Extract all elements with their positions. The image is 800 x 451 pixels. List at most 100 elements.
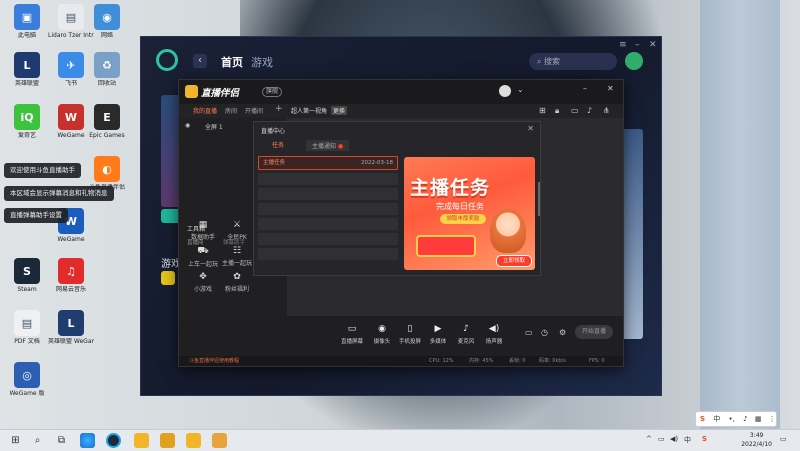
search-icon[interactable]: ⌕ — [30, 433, 45, 448]
tool-item[interactable]: ▦ 数据助手 — [185, 220, 221, 241]
desktop-icon[interactable]: E Epic Games — [84, 104, 130, 139]
notification[interactable]: 欢迎使用斗鱼直播助手 — [4, 163, 81, 178]
app-taskbar-icon[interactable] — [212, 433, 227, 448]
desktop-icon[interactable]: ♫ 网易云音乐 — [48, 258, 94, 293]
tool-label: 上车一起玩 — [187, 261, 218, 268]
punctuation-icon[interactable]: •, — [729, 415, 735, 423]
list-item[interactable] — [258, 173, 398, 185]
avatar[interactable] — [499, 85, 511, 97]
anchor-center-dialog[interactable]: 直播中心 ✕ 任务 主播通知 ● 主播任务 2022-03-18 主播任务 完成… — [253, 121, 541, 276]
tab-games[interactable]: 游戏 — [251, 54, 273, 70]
start-stream-button[interactable]: 开始直播 — [575, 325, 613, 339]
bottom-tool-button[interactable]: ♪ 麦克风 — [453, 324, 479, 345]
desktop-icon[interactable]: S Steam — [4, 258, 50, 293]
eye-icon[interactable]: ◉ — [185, 122, 190, 129]
change-button[interactable]: 更换 — [331, 106, 348, 115]
scene-label[interactable]: 全屏 1 — [205, 122, 223, 131]
tutorial-link[interactable]: 斗鱼直播伴侣使用教程 — [189, 358, 239, 364]
tab-room[interactable]: 房间 — [225, 106, 237, 115]
ime-indicator[interactable]: 中 — [684, 435, 691, 445]
tool-item[interactable]: ⚔ 全民PK — [219, 220, 255, 241]
apps-icon[interactable]: ⋮ — [769, 415, 776, 423]
list-item[interactable] — [258, 218, 398, 230]
list-item[interactable] — [258, 248, 398, 260]
search-input[interactable]: ⌕ 搜索 — [529, 53, 617, 70]
sogou-icon[interactable]: S — [702, 435, 707, 443]
notification[interactable]: 本区域会显示弹幕消息和礼物消息 — [4, 186, 114, 201]
desktop-icon-label: WeGame — [57, 236, 85, 243]
microphone-icon[interactable]: ♪ — [743, 415, 747, 423]
list-item[interactable] — [258, 233, 398, 245]
chevron-up-icon[interactable]: ^ — [646, 435, 652, 443]
task-view-icon[interactable]: ⧉ — [54, 433, 69, 448]
search-icon: ⌕ — [537, 57, 542, 66]
streamer-taskbar-icon-2[interactable] — [186, 433, 201, 448]
close-icon[interactable]: ✕ — [607, 84, 614, 93]
desktop-icon[interactable]: ◉ 网络 — [84, 4, 130, 39]
avatar[interactable] — [625, 52, 643, 70]
lock-icon[interactable]: 🔒︎ — [555, 106, 559, 116]
chevron-down-icon[interactable]: ⌄ — [517, 85, 524, 94]
start-icon[interactable]: ⊞ — [8, 433, 23, 448]
list-item[interactable]: 主播任务 2022-03-18 — [258, 156, 398, 170]
desktop-icon[interactable]: ♻ 回收站 — [84, 52, 130, 87]
back-button[interactable]: ‹ — [193, 54, 207, 68]
tab-stream-room[interactable]: 开播间 — [245, 106, 263, 115]
tab-home[interactable]: 首页 — [221, 54, 243, 70]
folder-icon[interactable] — [160, 433, 175, 448]
tool-item[interactable]: ✥ 小游戏 — [185, 272, 221, 293]
clock[interactable]: 3:49 2022/4/10 — [741, 431, 772, 449]
notification[interactable]: 直播弹幕助手设置 — [4, 208, 68, 223]
launcher-taskbar-icon[interactable] — [106, 433, 121, 448]
tab-tasks[interactable]: 任务 — [272, 140, 284, 149]
edge-icon[interactable] — [80, 433, 95, 448]
desktop-icon[interactable]: L 英雄联盟 — [4, 52, 50, 87]
notification-center-icon[interactable]: ▭ — [780, 435, 787, 443]
menu-icon[interactable]: ≡ — [619, 40, 627, 50]
bottom-tool-button[interactable]: ◉ 摄像头 — [369, 324, 395, 345]
tab-notices[interactable]: 主播通知 ● — [306, 140, 350, 151]
desktop-icon[interactable]: iQ 爱奇艺 — [4, 104, 50, 139]
desktop-icon-label: 英雄联盟 — [14, 80, 39, 87]
bell-icon[interactable]: ♪ — [587, 106, 592, 115]
volume-icon[interactable]: ◀) — [670, 435, 678, 443]
gift-icon[interactable]: ⊞ — [539, 106, 546, 115]
game-thumb[interactable] — [161, 271, 175, 285]
bottom-tool-button[interactable]: ▶ 多媒体 — [425, 324, 451, 345]
scrollbar[interactable] — [538, 182, 540, 216]
status-fps: FPS: 0 — [589, 358, 605, 364]
desktop-icon[interactable]: ◎ WeGame 版 — [4, 362, 50, 397]
add-tab-button[interactable]: + — [275, 104, 283, 114]
ime-mode[interactable]: 中 — [713, 415, 720, 423]
status-drop: 丢帧: 0 — [509, 358, 526, 364]
clock-icon[interactable]: ◷ — [541, 328, 548, 337]
list-item[interactable] — [258, 188, 398, 200]
bottom-tool-button[interactable]: ▭ 直播屏幕 — [339, 324, 365, 345]
share-icon[interactable]: ⋔ — [603, 106, 610, 115]
tool-item[interactable]: ⛟ 上车一起玩 — [185, 246, 221, 268]
tool-item[interactable]: ✿ 粉丝福利 — [219, 272, 255, 293]
keyboard-icon[interactable]: ▦ — [755, 415, 762, 423]
network-icon[interactable]: ▭ — [658, 435, 665, 443]
app-icon: ◐ — [94, 156, 120, 182]
ime-toolbar[interactable]: S 中 •, ♪ ▦ ⋮ — [695, 411, 777, 427]
tool-item[interactable]: ☷ 主播一起玩 — [219, 246, 255, 267]
desktop-icon[interactable]: ▤ PDF 文档 — [4, 310, 50, 345]
close-icon[interactable]: ✕ — [527, 124, 534, 133]
minimize-icon[interactable]: – — [583, 84, 587, 93]
sogou-icon[interactable]: S — [700, 415, 705, 423]
bottom-tool-button[interactable]: ▯ 手机投屏 — [397, 324, 423, 345]
close-icon[interactable]: ✕ — [649, 40, 657, 50]
streamer-taskbar-icon[interactable] — [134, 433, 149, 448]
minimize-icon[interactable]: – — [635, 40, 640, 50]
desktop-icon[interactable]: L 英雄联盟 WeGame版 — [48, 310, 94, 345]
task-banner[interactable]: 主播任务 完成每日任务 领取丰厚奖励 立即领取 — [404, 157, 535, 270]
list-item[interactable] — [258, 203, 398, 215]
settings-icon[interactable]: ⚙ — [559, 328, 566, 337]
chat-icon[interactable]: ▭ — [571, 106, 579, 115]
desktop-icon[interactable]: ▣ 此电脑 — [4, 4, 50, 39]
record-icon[interactable]: ▭ — [525, 328, 533, 337]
claim-button[interactable]: 立即领取 — [496, 255, 532, 267]
tab-my-stream[interactable]: 我的直播 — [193, 106, 217, 115]
bottom-tool-button[interactable]: ◀) 扬声器 — [481, 324, 507, 345]
